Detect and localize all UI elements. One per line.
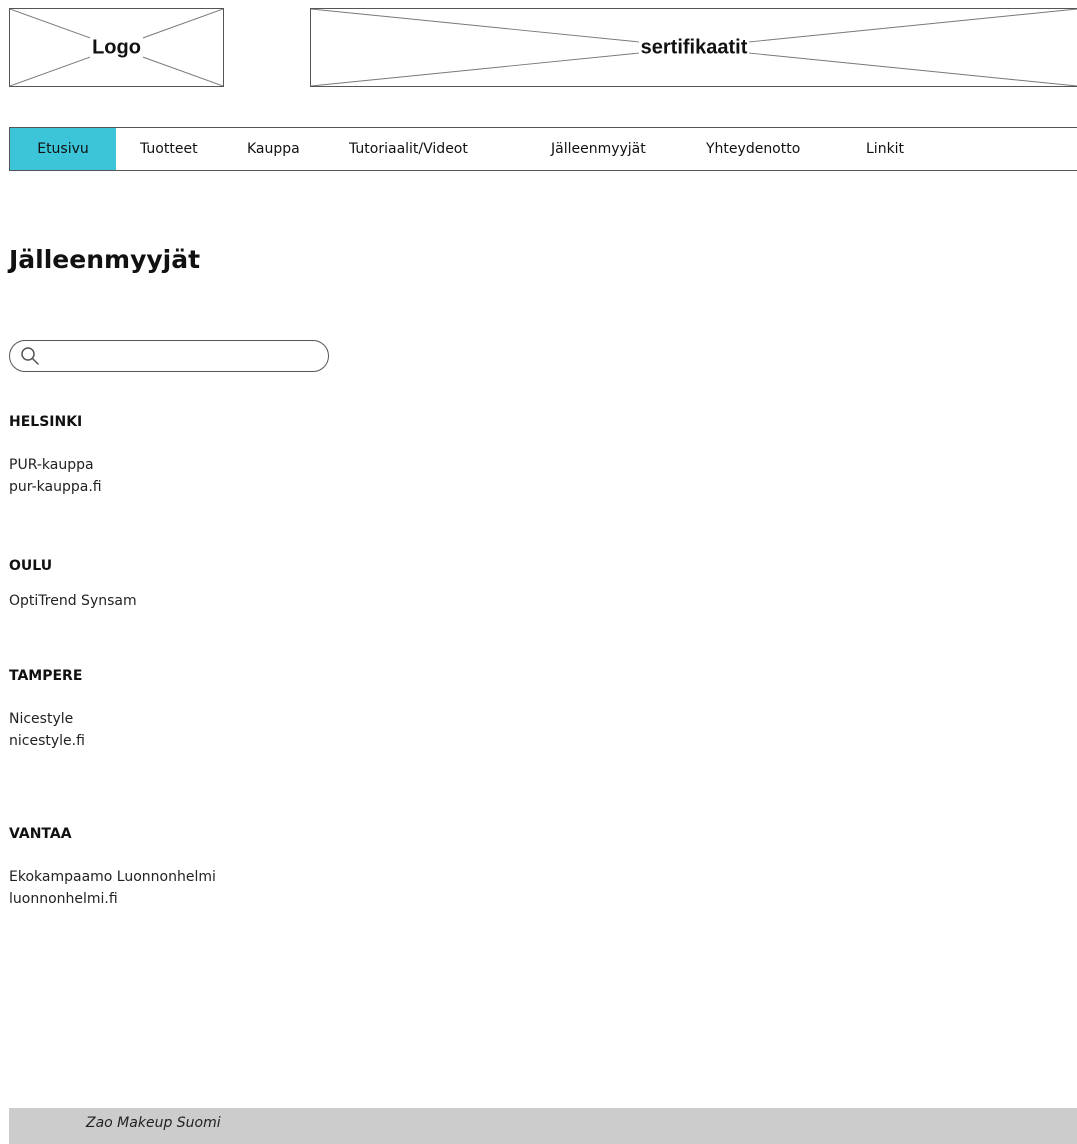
search-box[interactable] [9, 340, 329, 372]
nav-item-kauppa[interactable]: Kauppa [232, 128, 347, 170]
city-heading-tampere: TAMPERE [9, 668, 83, 684]
city-heading-helsinki: HELSINKI [9, 414, 83, 430]
banner-label: sertifikaatit [638, 36, 750, 58]
page: Logo sertifikaatit Etusivu Tuotteet Kaup… [0, 0, 1077, 1144]
banner-placeholder: sertifikaatit [310, 8, 1077, 87]
footer: Zao Makeup Suomi [9, 1108, 1077, 1144]
nav-item-label: Kauppa [247, 141, 300, 157]
nav-item-etusivu[interactable]: Etusivu [10, 128, 116, 170]
search-input[interactable] [46, 344, 320, 370]
nav-item-yhteydenotto[interactable]: Yhteydenotto [706, 128, 866, 170]
main-nav: Etusivu Tuotteet Kauppa Tutoriaalit/Vide… [9, 127, 1077, 171]
nav-item-tutoriaalit-videot[interactable]: Tutoriaalit/Videot [347, 128, 549, 170]
retailer-name: OptiTrend Synsam [9, 593, 137, 609]
retailer-link[interactable]: luonnonhelmi.fi [9, 888, 118, 910]
city-heading-oulu: OULU [9, 558, 53, 574]
search-icon [21, 347, 39, 365]
retailer-name: Ekokampaamo Luonnonhelmi [9, 869, 216, 885]
nav-item-tuotteet[interactable]: Tuotteet [116, 128, 232, 170]
nav-item-linkit[interactable]: Linkit [866, 128, 946, 170]
nav-item-label: Yhteydenotto [706, 141, 801, 157]
retailer-link[interactable]: pur-kauppa.fi [9, 476, 102, 498]
city-heading-vantaa: VANTAA [9, 826, 72, 842]
nav-item-label: Tutoriaalit/Videot [349, 141, 468, 157]
nav-item-label: Linkit [866, 141, 905, 157]
retailer-link[interactable]: nicestyle.fi [9, 730, 85, 752]
retailer-name: PUR-kauppa [9, 457, 94, 473]
logo-placeholder[interactable]: Logo [9, 8, 224, 87]
footer-text: Zao Makeup Suomi [86, 1115, 221, 1131]
page-title: Jälleenmyyjät [9, 245, 201, 274]
nav-item-label: Tuotteet [140, 141, 198, 157]
nav-item-label: Etusivu [37, 141, 89, 157]
logo-label: Logo [90, 36, 143, 58]
retailer-name: Nicestyle [9, 711, 74, 727]
nav-item-jalleenmyyjat[interactable]: Jälleenmyyjät [549, 128, 706, 170]
nav-item-label: Jälleenmyyjät [551, 141, 646, 157]
